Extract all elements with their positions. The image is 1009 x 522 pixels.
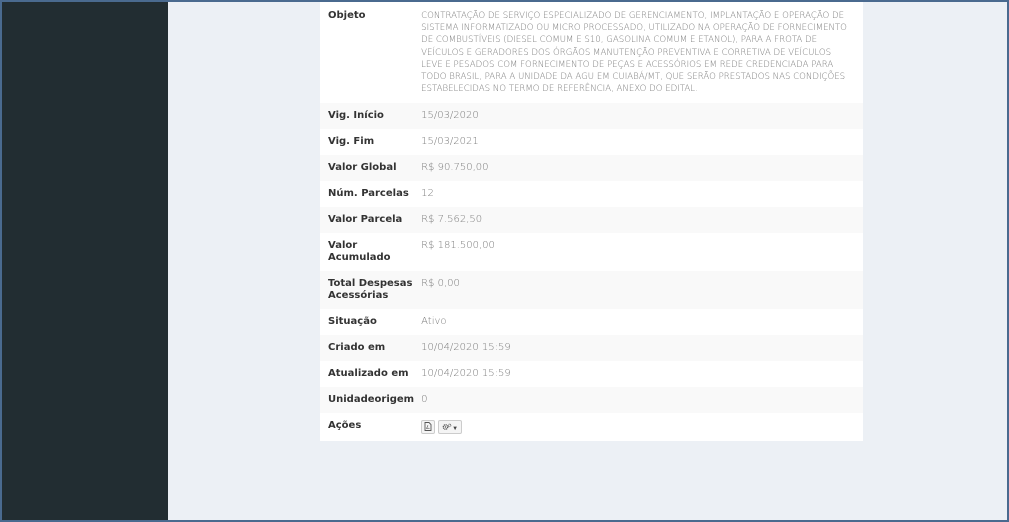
atualizado-em-value: 10/04/2020 15:59 <box>421 368 511 380</box>
row-valor-parcela: Valor Parcela R$ 7.562,50 <box>320 207 863 234</box>
atualizado-em-label: Atualizado em <box>328 368 409 380</box>
chevron-down-icon: ▼ <box>452 425 459 433</box>
acoes-label: Ações <box>328 420 362 432</box>
situacao-value: Ativo <box>421 316 447 328</box>
row-valor-acumulado: Valor Acumulado R$ 181.500,00 <box>320 233 863 271</box>
objeto-label: Objeto <box>328 10 366 21</box>
vig-inicio-value: 15/03/2020 <box>419 103 863 130</box>
valor-parcela-label: Valor Parcela <box>320 207 420 234</box>
criado-em-label: Criado em <box>320 335 420 362</box>
details-panel: Objeto CONTRATAÇÃO DE SERVIÇO ESPECIALIZ… <box>320 2 863 442</box>
main-content: Objeto CONTRATAÇÃO DE SERVIÇO ESPECIALIZ… <box>168 2 1007 520</box>
num-parcelas-value: 12 <box>421 188 434 200</box>
row-vig-fim: Vig. Fim 15/03/2021 <box>320 129 863 155</box>
unidadeorigem-value: 0 <box>419 387 863 414</box>
total-despesas-value: R$ 0,00 <box>419 271 863 310</box>
situacao-label: Situação <box>328 316 377 328</box>
sidebar <box>2 2 168 520</box>
row-criado-em: Criado em 10/04/2020 15:59 <box>320 335 863 362</box>
actions-dropdown-button[interactable]: ▼ <box>438 420 463 435</box>
details-table: Objeto CONTRATAÇÃO DE SERVIÇO ESPECIALIZ… <box>320 2 863 441</box>
window-frame: Objeto CONTRATAÇÃO DE SERVIÇO ESPECIALIZ… <box>0 0 1009 522</box>
gears-icon <box>442 424 452 431</box>
num-parcelas-label: Núm. Parcelas <box>328 188 409 200</box>
file-pdf-icon <box>424 422 432 432</box>
row-unidadeorigem: Unidadeorigem 0 <box>320 387 863 414</box>
vig-fim-label: Vig. Fim <box>328 136 375 148</box>
valor-global-label: Valor Global <box>320 155 420 182</box>
unidadeorigem-label: Unidadeorigem <box>320 387 420 414</box>
valor-parcela-value: R$ 7.562,50 <box>419 207 863 234</box>
objeto-value: CONTRATAÇÃO DE SERVIÇO ESPECIALIZADO DE … <box>421 11 847 95</box>
criado-em-value: 10/04/2020 15:59 <box>419 335 863 362</box>
row-vig-inicio: Vig. Início 15/03/2020 <box>320 103 863 130</box>
row-total-despesas: Total Despesas Acessórias R$ 0,00 <box>320 271 863 310</box>
row-atualizado-em: Atualizado em 10/04/2020 15:59 <box>320 361 863 387</box>
total-despesas-label: Total Despesas Acessórias <box>320 271 420 310</box>
valor-global-value: R$ 90.750,00 <box>419 155 863 182</box>
valor-acumulado-label: Valor Acumulado <box>328 240 391 264</box>
acoes-buttons: ▼ <box>419 413 863 441</box>
vig-inicio-label: Vig. Início <box>320 103 420 130</box>
row-num-parcelas: Núm. Parcelas 12 <box>320 181 863 207</box>
vig-fim-value: 15/03/2021 <box>421 136 479 148</box>
row-valor-global: Valor Global R$ 90.750,00 <box>320 155 863 182</box>
row-acoes: Ações ▼ <box>320 413 863 441</box>
row-situacao: Situação Ativo <box>320 309 863 335</box>
valor-acumulado-value: R$ 181.500,00 <box>421 240 495 252</box>
pdf-button[interactable] <box>421 420 436 435</box>
row-objeto: Objeto CONTRATAÇÃO DE SERVIÇO ESPECIALIZ… <box>320 2 863 103</box>
